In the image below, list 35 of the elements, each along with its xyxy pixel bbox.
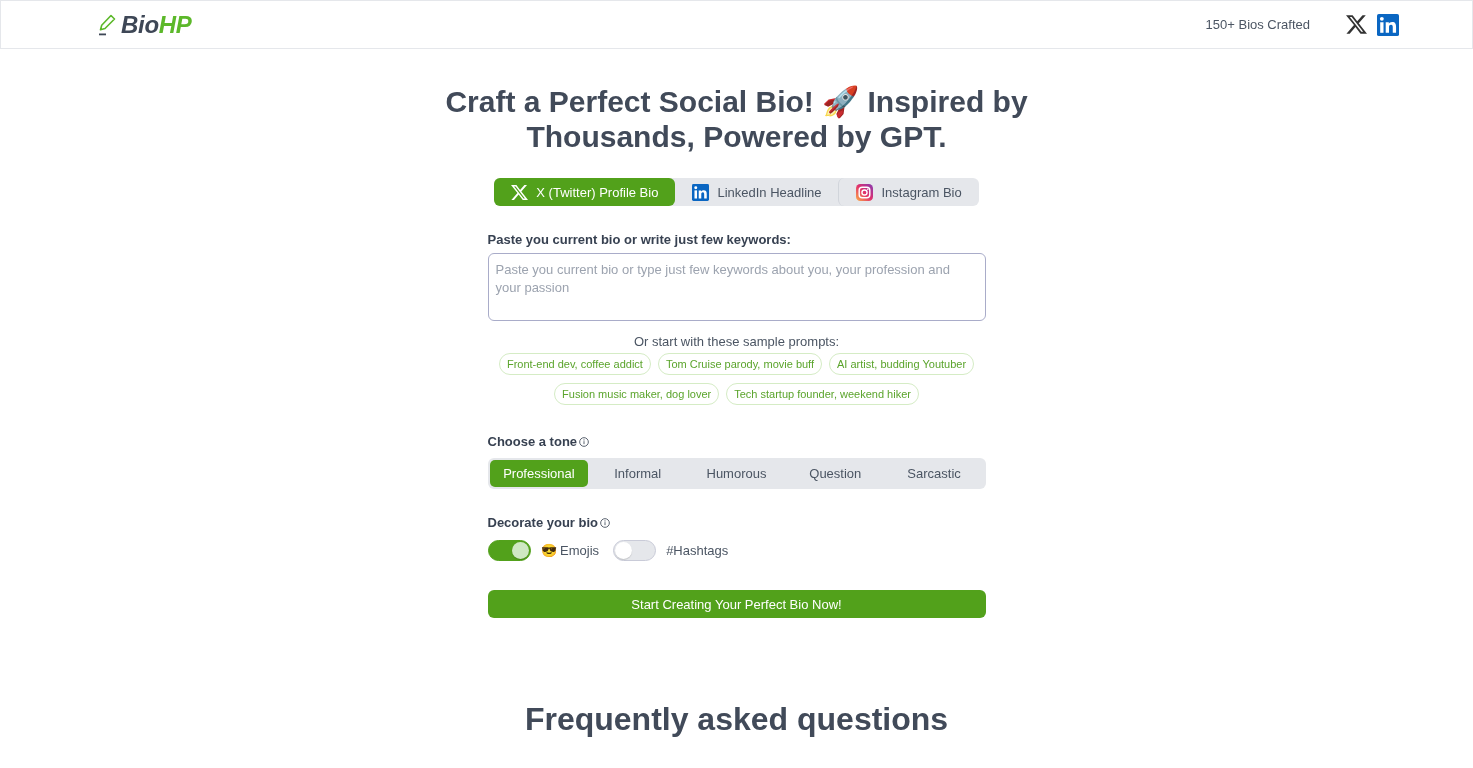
toggle-switch[interactable] [487,540,531,561]
x-logo-icon[interactable] [1346,14,1367,35]
bio-input-field[interactable]: Paste you current bio or type just few keywords about you, your profession and your passion [487,253,986,321]
logo-text[interactable]: BioHP [121,10,192,39]
faq-heading: Frequently asked questions [524,700,949,738]
platform-tab[interactable]: X (Twitter) Profile Bio [494,178,676,206]
toggle-label: 😎 Emojis [540,543,600,558]
info-icon [579,436,590,447]
linkedin-logo-icon[interactable] [1377,13,1399,36]
sample-prompt-chip[interactable]: Fusion music maker, dog lover [554,383,720,405]
platform-tab[interactable]: Instagram Bio [838,178,979,206]
sample-prompt-chip[interactable]: Tom Cruise parody, movie buff [657,353,823,375]
tone-option[interactable]: Sarcastic [884,460,984,487]
info-icon [600,517,611,528]
pencil-icon [98,13,116,36]
toggle-switch[interactable] [613,540,657,561]
start-creating-button[interactable]: Start Creating Your Perfect Bio Now! [487,590,986,618]
tone-option[interactable]: Question [785,460,885,487]
bio-input-label: Paste you current bio or write just few keywords: [487,232,791,247]
decorate-label: Decorate your bio [487,515,599,530]
linkedin-logo-icon [692,183,710,201]
tone-label: Choose a tone [487,434,578,449]
tone-option[interactable]: Humorous [687,460,786,487]
bios-crafted-count: 150+ Bios Crafted [1205,17,1310,32]
tone-option[interactable]: Informal [588,460,688,487]
sample-prompt-chip[interactable]: Tech startup founder, weekend hiker [726,383,919,405]
tone-option[interactable]: Professional [489,460,589,487]
platform-tab[interactable]: LinkedIn Headline [675,178,839,206]
toggle-label: #Hashtags [666,543,729,558]
sample-prompt-chip[interactable]: AI artist, budding Youtuber [829,353,975,375]
page-heading: Craft a Perfect Social Bio! 🚀 Inspired by Thousands, Powered by GPT. [444,84,1029,154]
sample-prompt-chip[interactable]: Front-end dev, coffee addict [498,353,651,375]
sample-prompts-intro: Or start with these sample prompts: [632,334,841,349]
instagram-logo-icon [856,183,874,201]
x-logo-icon [511,183,529,201]
